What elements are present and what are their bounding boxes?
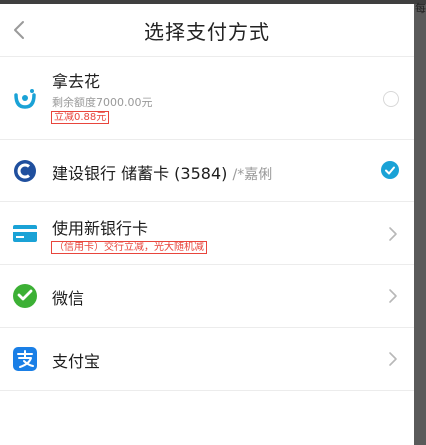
payment-option-wechat[interactable]: 微信 bbox=[0, 265, 414, 328]
page-title: 选择支付方式 bbox=[144, 20, 270, 44]
edge-text: 每 bbox=[415, 2, 426, 15]
chevron-right-icon bbox=[388, 288, 398, 304]
ccb-icon bbox=[12, 158, 38, 184]
payment-option-new-card[interactable]: 使用新银行卡 （信用卡）交行立减，光大随机减 bbox=[0, 202, 414, 265]
bank-card-icon bbox=[12, 220, 38, 246]
new-card-promo-tag: （信用卡）交行立减，光大随机减 bbox=[51, 241, 207, 254]
payment-option-ccb[interactable]: 建设银行 储蓄卡 (3584) /*嘉俐 bbox=[0, 140, 414, 202]
alipay-icon bbox=[12, 346, 38, 372]
new-card-name: 使用新银行卡 bbox=[52, 219, 149, 238]
huabei-promo-tag: 立减0.88元 bbox=[51, 111, 110, 124]
huabei-radio[interactable] bbox=[383, 91, 399, 107]
huabei-balance: 剩余额度7000.00元 bbox=[52, 96, 153, 109]
ccb-holder: /*嘉俐 bbox=[232, 167, 273, 183]
alipay-name: 支付宝 bbox=[52, 352, 101, 371]
wechat-name: 微信 bbox=[52, 289, 85, 308]
ccb-label: 建设银行 储蓄卡 (3584) /*嘉俐 bbox=[52, 160, 272, 184]
huabei-name: 拿去花 bbox=[52, 72, 101, 91]
selected-check-icon[interactable] bbox=[381, 161, 399, 179]
payment-method-sheet: 选择支付方式 拿去花 剩余额度7000.00元 立减0.88元 建设银行 储蓄卡… bbox=[0, 4, 414, 445]
sheet-header: 选择支付方式 bbox=[0, 4, 414, 57]
chevron-right-icon bbox=[388, 351, 398, 367]
ccb-name: 建设银行 储蓄卡 (3584) bbox=[52, 164, 228, 183]
chevron-right-icon bbox=[388, 226, 398, 242]
wechat-pay-icon bbox=[12, 283, 38, 309]
huabei-icon bbox=[12, 85, 38, 111]
payment-option-huabei[interactable]: 拿去花 剩余额度7000.00元 立减0.88元 bbox=[0, 57, 414, 140]
payment-option-alipay[interactable]: 支付宝 bbox=[0, 328, 414, 391]
